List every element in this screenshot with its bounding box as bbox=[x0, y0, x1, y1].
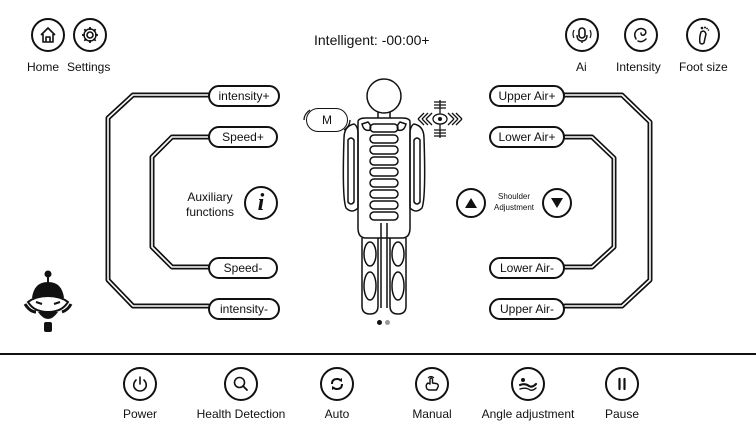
power-button[interactable]: Power bbox=[84, 367, 196, 421]
intensity-plus-button[interactable]: intensity+ bbox=[208, 85, 280, 107]
page-dot bbox=[385, 320, 390, 325]
intensity-minus-button[interactable]: intensity- bbox=[208, 298, 280, 320]
auto-cycle-icon bbox=[320, 367, 354, 401]
info-icon: i bbox=[257, 190, 265, 216]
recline-icon bbox=[511, 367, 545, 401]
bottom-nav-bar: Power Health Detection Auto Manual Angle… bbox=[0, 353, 756, 427]
auxiliary-label-line2: functions bbox=[186, 205, 235, 219]
speed-minus-button[interactable]: Speed- bbox=[208, 257, 278, 279]
magnifier-icon bbox=[224, 367, 258, 401]
shoulder-down-button[interactable] bbox=[542, 188, 572, 218]
triangle-down-icon bbox=[551, 198, 563, 208]
auxiliary-label: Auxiliary functions bbox=[186, 190, 234, 220]
upper-air-minus-button[interactable]: Upper Air- bbox=[489, 298, 565, 320]
shoulder-label-line2: Adjustment bbox=[493, 203, 535, 212]
pause-button[interactable]: Pause bbox=[566, 367, 678, 421]
page-dot-active bbox=[377, 320, 382, 325]
shoulder-label-line1: Shoulder bbox=[497, 192, 531, 201]
upper-air-plus-button[interactable]: Upper Air+ bbox=[489, 85, 565, 107]
pause-icon bbox=[605, 367, 639, 401]
robot-mascot-icon bbox=[23, 270, 73, 332]
speed-plus-button[interactable]: Speed+ bbox=[208, 126, 278, 148]
page-indicator bbox=[377, 320, 393, 326]
shoulder-adjustment-label: Shoulder Adjustment bbox=[486, 191, 542, 213]
hand-press-icon bbox=[415, 367, 449, 401]
shoulder-up-button[interactable] bbox=[456, 188, 486, 218]
auxiliary-label-line1: Auxiliary bbox=[187, 190, 233, 204]
lower-air-plus-button[interactable]: Lower Air+ bbox=[489, 126, 565, 148]
triangle-up-icon bbox=[465, 198, 477, 208]
lower-air-minus-button[interactable]: Lower Air- bbox=[489, 257, 565, 279]
auxiliary-functions-button[interactable]: i bbox=[244, 186, 278, 220]
power-label: Power bbox=[122, 407, 157, 421]
power-icon bbox=[123, 367, 157, 401]
position-adjust-icon bbox=[417, 100, 463, 138]
pause-label: Pause bbox=[604, 407, 640, 421]
